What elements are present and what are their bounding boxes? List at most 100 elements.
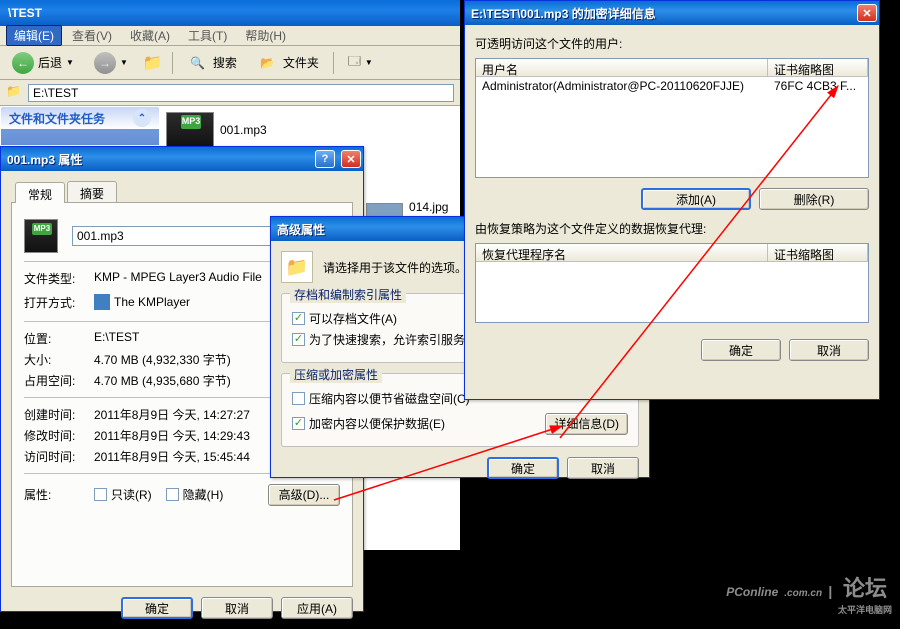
details-button[interactable]: 详细信息(D) [545,413,628,435]
back-button[interactable]: ← 后退 ▼ [6,50,80,76]
mp3-icon [24,219,58,253]
folder-icon: 📁 [6,84,24,102]
advanced-icon: 📁 [281,251,313,283]
user-thumb-cell: 76FC 4CB3 F... [768,77,868,95]
modified-label: 修改时间: [24,427,94,444]
menu-edit[interactable]: 编辑(E) [6,25,62,46]
recovery-intro: 由恢复策略为这个文件定义的数据恢复代理: [475,220,869,237]
checkbox-icon [94,488,107,501]
cancel-button[interactable]: 取消 [201,597,273,619]
folders-button[interactable]: 📂 文件夹 [251,50,325,76]
search-label: 搜索 [213,54,237,71]
compress-legend: 压缩或加密属性 [290,366,382,383]
sizeondisk-value: 4.70 MB (4,935,680 字节) [94,372,231,389]
properties-title: 001.mp3 属性 [7,151,309,168]
encryption-title: E:\TEST\001.mp3 的加密详细信息 [471,5,851,22]
help-button[interactable]: ? [315,150,335,168]
task-pane-header[interactable]: 文件和文件夹任务 ⌃ [1,107,159,129]
ok-button[interactable]: 确定 [701,339,781,361]
properties-titlebar[interactable]: 001.mp3 属性 ? ✕ [1,147,363,171]
close-button[interactable]: ✕ [341,150,361,168]
encryption-titlebar[interactable]: E:\TEST\001.mp3 的加密详细信息 ✕ [465,1,879,25]
watermark-cn: 论坛 [843,571,887,603]
checkbox-icon: ✓ [292,333,305,346]
attributes-label: 属性: [24,486,94,503]
recovery-list[interactable]: 恢复代理程序名 证书缩略图 [475,243,869,323]
location-label: 位置: [24,330,94,347]
menu-favorites[interactable]: 收藏(A) [122,25,178,46]
cancel-button[interactable]: 取消 [567,457,639,479]
watermark-sub: .com.cn [784,588,822,599]
apply-button[interactable]: 应用(A) [281,597,353,619]
remove-button[interactable]: 删除(R) [759,188,869,210]
compress-label: 压缩内容以便节省磁盘空间(C) [309,390,470,407]
file-name: 014.jpg [409,200,459,214]
ok-button[interactable]: 确定 [121,597,193,619]
forward-button[interactable]: → ▼ [88,50,134,76]
created-label: 创建时间: [24,406,94,423]
accessed-value: 2011年8月9日 今天, 15:45:44 [94,448,250,465]
watermark-cn-sub: 太平洋电脑网 [838,603,892,616]
readonly-checkbox[interactable]: 只读(R) [94,486,152,503]
checkbox-icon: ✓ [292,417,305,430]
menu-help[interactable]: 帮助(H) [237,25,294,46]
size-label: 大小: [24,351,94,368]
checkbox-icon: ✓ [292,312,305,325]
forward-icon: → [94,52,116,74]
advanced-intro: 请选择用于该文件的选项。 [323,259,467,276]
archive-legend: 存档和编制索引属性 [290,286,406,303]
readonly-label: 只读(R) [111,486,152,503]
tab-general[interactable]: 常规 [15,182,65,203]
checkbox-icon [292,392,305,405]
explorer-titlebar: \TEST [0,0,460,26]
col-recovery-thumb[interactable]: 证书缩略图 [768,244,868,261]
views-button[interactable]: 🗔▼ [342,50,379,75]
archive-label: 可以存档文件(A) [309,310,397,327]
encrypt-label: 加密内容以便保护数据(E) [309,415,445,432]
explorer-menubar: 编辑(E) 查看(V) 收藏(A) 工具(T) 帮助(H) [0,26,460,46]
search-button[interactable]: 🔍 搜索 [181,50,243,76]
chevron-down-icon: ▼ [66,58,74,67]
size-value: 4.70 MB (4,932,330 字节) [94,351,231,368]
mp3-icon [166,112,214,148]
add-button[interactable]: 添加(A) [641,188,751,210]
filename-text: 001.mp3 [77,229,124,243]
encryption-details-dialog: E:\TEST\001.mp3 的加密详细信息 ✕ 可透明访问这个文件的用户: … [464,0,880,400]
separator [333,52,334,74]
filetype-label: 文件类型: [24,270,94,287]
user-name-cell: Administrator(Administrator@PC-20110620F… [476,77,768,95]
menu-view[interactable]: 查看(V) [64,25,120,46]
checkbox-icon [166,488,179,501]
openwith-value: The KMPlayer [114,295,190,309]
encryption-intro: 可透明访问这个文件的用户: [475,35,869,52]
watermark-text: PConline [726,585,778,599]
explorer-toolbar: ← 后退 ▼ → ▼ 📁 🔍 搜索 📂 文件夹 🗔▼ [0,46,460,80]
up-icon[interactable]: 📁 [142,52,164,74]
sizeondisk-label: 占用空间: [24,372,94,389]
close-button[interactable]: ✕ [857,4,877,22]
chevron-down-icon: ▼ [120,58,128,67]
users-list[interactable]: 用户名 证书缩略图 Administrator(Administrator@PC… [475,58,869,178]
menu-tools[interactable]: 工具(T) [180,25,235,46]
ok-button[interactable]: 确定 [487,457,559,479]
file-name: 001.mp3 [220,123,267,137]
cancel-button[interactable]: 取消 [789,339,869,361]
col-thumbprint[interactable]: 证书缩略图 [768,59,868,76]
folder-tree-icon: 📂 [257,52,279,74]
back-label: 后退 [38,54,62,71]
tab-summary[interactable]: 摘要 [67,181,117,202]
accessed-label: 访问时间: [24,448,94,465]
chevron-down-icon: ▼ [365,58,373,67]
hidden-checkbox[interactable]: 隐藏(H) [166,486,224,503]
col-username[interactable]: 用户名 [476,59,768,76]
task-pane: 文件和文件夹任务 ⌃ [0,106,160,146]
index-label: 为了快速搜索，允许索引服务 [309,331,465,348]
address-bar: 📁 E:\TEST [0,80,460,106]
col-recovery-name[interactable]: 恢复代理程序名 [476,244,768,261]
filetype-value: KMP - MPEG Layer3 Audio File [94,270,262,287]
encrypt-checkbox[interactable]: ✓ 加密内容以便保护数据(E) [292,415,535,432]
openwith-label: 打开方式: [24,294,94,311]
address-input[interactable]: E:\TEST [28,84,454,102]
user-row[interactable]: Administrator(Administrator@PC-20110620F… [476,77,868,95]
kmplayer-icon [94,294,110,310]
